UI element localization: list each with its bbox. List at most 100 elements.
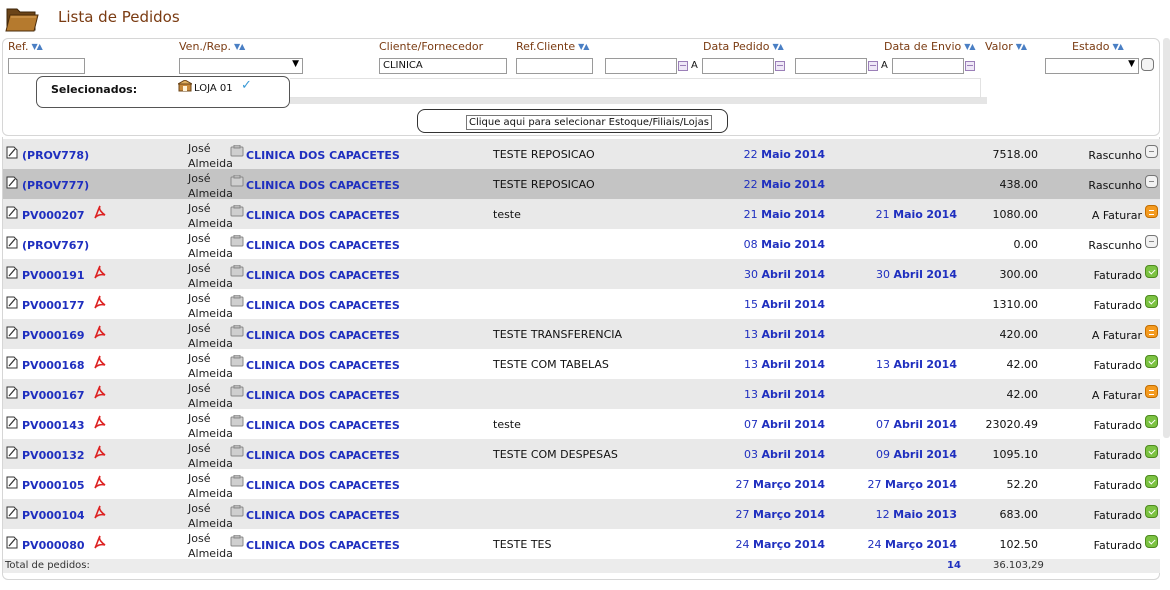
client-link[interactable]: CLINICA DOS CAPACETES [246,209,400,222]
sort-arrows-icon[interactable]: ▼▲ [234,42,245,51]
state-green-icon[interactable] [1145,415,1158,428]
state-green-icon[interactable] [1145,475,1158,488]
client-link[interactable]: CLINICA DOS CAPACETES [246,149,400,162]
column-header-order-date[interactable]: Data Pedido ▼▲ [703,40,784,53]
pdf-icon[interactable] [93,355,107,369]
document-icon[interactable] [6,206,18,219]
client-link[interactable]: CLINICA DOS CAPACETES [246,389,400,402]
order-row[interactable]: (PROV778) José Almeida CLINICA DOS CAPACET… [3,139,1160,170]
state-green-icon[interactable] [1145,355,1158,368]
order-ref-link[interactable]: PV000169 [22,329,85,342]
client-link[interactable]: CLINICA DOS CAPACETES [246,179,400,192]
column-header-ship-date[interactable]: Data de Envio ▼▲ [884,40,976,53]
order-row[interactable]: PV000105 José Almeida CLINICA DOS CAPACETE… [3,469,1160,500]
document-icon[interactable] [6,236,18,249]
order-row[interactable]: PV000167 José Almeida CLINICA DOS CAPACETE… [3,379,1160,410]
page-scrollbar[interactable] [1163,38,1170,438]
order-row[interactable]: PV000132 José Almeida CLINICA DOS CAPACETE… [3,439,1160,470]
document-icon[interactable] [6,416,18,429]
document-icon[interactable] [6,266,18,279]
state-filter-select[interactable]: ▼ [1045,58,1139,74]
column-header-state[interactable]: Estado ▼▲ [1072,40,1124,53]
client-link[interactable]: CLINICA DOS CAPACETES [246,239,400,252]
document-icon[interactable] [6,296,18,309]
document-icon[interactable] [6,176,18,189]
client-ref-filter-input[interactable] [516,58,593,74]
order-row[interactable]: PV000191 José Almeida CLINICA DOS CAPACETE… [3,259,1160,290]
order-row[interactable]: PV000168 José Almeida CLINICA DOS CAPACETE… [3,349,1160,380]
state-grey-icon[interactable] [1145,175,1158,188]
client-link[interactable]: CLINICA DOS CAPACETES [246,539,400,552]
column-header-ref[interactable]: Ref. ▼▲ [8,40,43,53]
sort-arrows-icon[interactable]: ▼▲ [1112,42,1123,51]
order-ref-link[interactable]: PV000167 [22,389,85,402]
ref-filter-input[interactable] [8,58,85,74]
order-ref-link[interactable]: (PROV777) [22,179,89,192]
sort-arrows-icon[interactable]: ▼▲ [1016,42,1027,51]
calendar-icon[interactable] [678,61,688,71]
state-orange-icon[interactable] [1145,385,1158,398]
pdf-icon[interactable] [93,325,107,339]
state-green-icon[interactable] [1145,505,1158,518]
sort-arrows-icon[interactable]: ▼▲ [32,42,43,51]
document-icon[interactable] [6,146,18,159]
document-icon[interactable] [6,386,18,399]
order-ref-link[interactable]: PV000104 [22,509,85,522]
pdf-icon[interactable] [93,535,107,549]
order-ref-link[interactable]: PV000105 [22,479,85,492]
sort-arrows-icon[interactable]: ▼▲ [964,42,975,51]
pdf-icon[interactable] [93,205,107,219]
pdf-icon[interactable] [93,265,107,279]
order-date-from-input[interactable] [605,58,677,74]
state-grey-icon[interactable] [1145,235,1158,248]
document-icon[interactable] [6,476,18,489]
sort-arrows-icon[interactable]: ▼▲ [578,42,589,51]
document-icon[interactable] [6,446,18,459]
state-green-icon[interactable] [1145,265,1158,278]
document-icon[interactable] [6,326,18,339]
order-ref-link[interactable]: PV000191 [22,269,85,282]
state-green-icon[interactable] [1145,535,1158,548]
pdf-icon[interactable] [93,445,107,459]
order-ref-link[interactable]: (PROV778) [22,149,89,162]
client-link[interactable]: CLINICA DOS CAPACETES [246,329,400,342]
order-row[interactable]: PV000177 José Almeida CLINICA DOS CAPACETE… [3,289,1160,320]
ship-date-to-input[interactable] [892,58,964,74]
state-orange-icon[interactable] [1145,205,1158,218]
order-row[interactable]: (PROV777) José Almeida CLINICA DOS CAPACET… [3,169,1160,200]
calendar-icon[interactable] [775,61,785,71]
filter-apply-button[interactable] [1141,58,1154,71]
calendar-icon[interactable] [868,61,878,71]
state-green-icon[interactable] [1145,295,1158,308]
column-header-client[interactable]: Cliente/Fornecedor [379,40,483,53]
order-ref-link[interactable]: PV000177 [22,299,85,312]
order-row[interactable]: PV000143 José Almeida CLINICA DOS CAPACETE… [3,409,1160,440]
client-link[interactable]: CLINICA DOS CAPACETES [246,269,400,282]
pdf-icon[interactable] [93,295,107,309]
pdf-icon[interactable] [93,475,107,489]
client-filter-input[interactable]: CLINICA [379,58,507,74]
vendor-filter-select[interactable]: ▼ [179,58,303,74]
column-header-value[interactable]: Valor ▼▲ [985,40,1027,53]
order-ref-link[interactable]: (PROV767) [22,239,89,252]
select-stores-button[interactable]: Clique aqui para selecionar Estoque/Fili… [417,109,728,133]
order-row[interactable]: PV000169 José Almeida CLINICA DOS CAPACETE… [3,319,1160,350]
client-link[interactable]: CLINICA DOS CAPACETES [246,479,400,492]
pdf-icon[interactable] [93,505,107,519]
order-row[interactable]: PV000080 José Almeida CLINICA DOS CAPACETE… [3,529,1160,560]
client-link[interactable]: CLINICA DOS CAPACETES [246,449,400,462]
state-grey-icon[interactable] [1145,145,1158,158]
order-ref-link[interactable]: PV000132 [22,449,85,462]
order-row[interactable]: PV000104 José Almeida CLINICA DOS CAPACETE… [3,499,1160,530]
client-link[interactable]: CLINICA DOS CAPACETES [246,299,400,312]
document-icon[interactable] [6,506,18,519]
order-date-to-input[interactable] [702,58,774,74]
column-header-client-ref[interactable]: Ref.Cliente ▼▲ [516,40,589,53]
pdf-icon[interactable] [93,415,107,429]
client-link[interactable]: CLINICA DOS CAPACETES [246,509,400,522]
document-icon[interactable] [6,536,18,549]
sort-arrows-icon[interactable]: ▼▲ [773,42,784,51]
state-orange-icon[interactable] [1145,325,1158,338]
order-ref-link[interactable]: PV000143 [22,419,85,432]
ship-date-from-input[interactable] [795,58,867,74]
